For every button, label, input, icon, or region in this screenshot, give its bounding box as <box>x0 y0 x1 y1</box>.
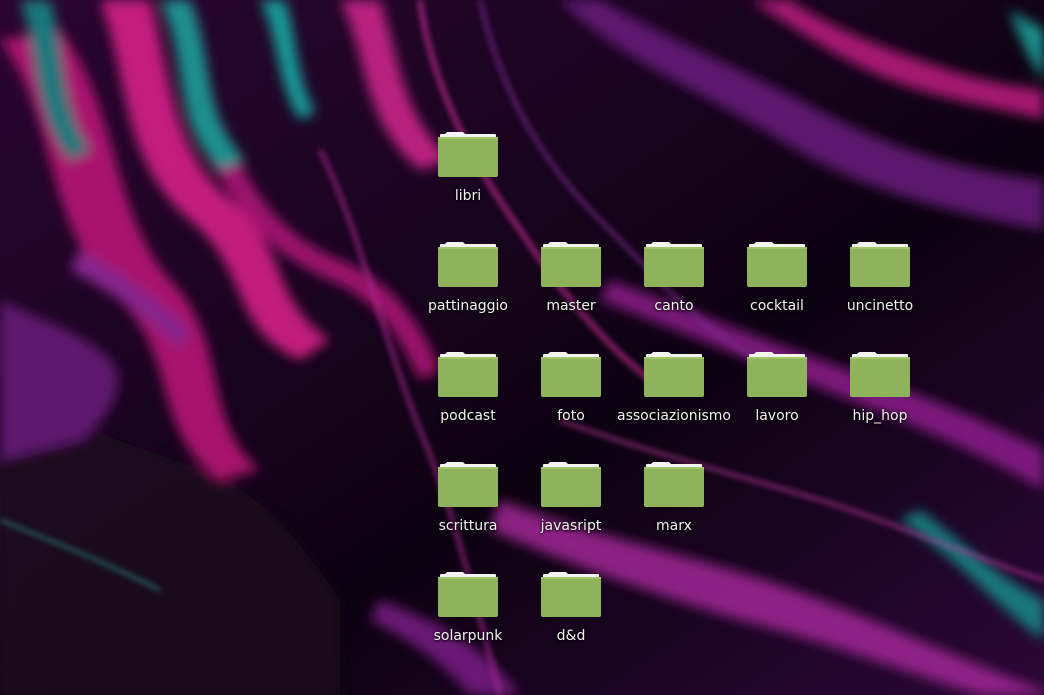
folder-icon <box>539 570 603 618</box>
desktop-folder[interactable]: scrittura <box>418 460 518 560</box>
desktop-folder[interactable]: d&d <box>521 570 621 670</box>
folder-icon <box>642 240 706 288</box>
desktop-folder[interactable]: foto <box>521 350 621 450</box>
desktop-folder[interactable]: solarpunk <box>418 570 518 670</box>
desktop-folder[interactable]: libri <box>418 130 518 230</box>
folder-icon <box>642 460 706 508</box>
folder-icon <box>436 460 500 508</box>
desktop-folder[interactable]: lavoro <box>727 350 827 450</box>
folder-label: javasript <box>540 518 602 534</box>
folder-label: lavoro <box>755 408 799 424</box>
folder-icon <box>848 240 912 288</box>
folder-icon <box>436 350 500 398</box>
folder-label: cocktail <box>750 298 804 314</box>
folder-label: scrittura <box>438 518 498 534</box>
desktop[interactable]: libri pattinaggio master canto cocktail uncin… <box>0 0 1044 695</box>
desktop-folder[interactable]: associazionismo <box>617 350 731 450</box>
desktop-folder[interactable]: hip_hop <box>830 350 930 450</box>
folder-icon <box>745 240 809 288</box>
desktop-folder[interactable]: cocktail <box>727 240 827 340</box>
folder-label: canto <box>654 298 694 314</box>
desktop-folder[interactable]: pattinaggio <box>418 240 518 340</box>
folder-label: marx <box>656 518 692 534</box>
folder-icon <box>539 350 603 398</box>
desktop-folder[interactable]: javasript <box>521 460 621 560</box>
folder-icon <box>436 240 500 288</box>
folder-label: uncinetto <box>846 298 914 314</box>
folder-label: associazionismo <box>617 408 731 424</box>
folder-label: d&d <box>556 628 586 644</box>
folder-label: hip_hop <box>852 408 908 424</box>
desktop-folder[interactable]: podcast <box>418 350 518 450</box>
folder-icon <box>539 460 603 508</box>
folder-icon <box>848 350 912 398</box>
folder-icon <box>539 240 603 288</box>
desktop-folder[interactable]: uncinetto <box>830 240 930 340</box>
desktop-folder[interactable]: master <box>521 240 621 340</box>
folder-label: master <box>546 298 596 314</box>
desktop-folder[interactable]: marx <box>624 460 724 560</box>
folder-label: libri <box>454 188 482 204</box>
folder-label: foto <box>557 408 585 424</box>
folder-label: pattinaggio <box>427 298 508 314</box>
folder-icon <box>642 350 706 398</box>
folder-label: podcast <box>440 408 496 424</box>
folder-icon <box>745 350 809 398</box>
folder-icon <box>436 130 500 178</box>
folder-label: solarpunk <box>433 628 503 644</box>
desktop-folder[interactable]: canto <box>624 240 724 340</box>
folder-icon <box>436 570 500 618</box>
